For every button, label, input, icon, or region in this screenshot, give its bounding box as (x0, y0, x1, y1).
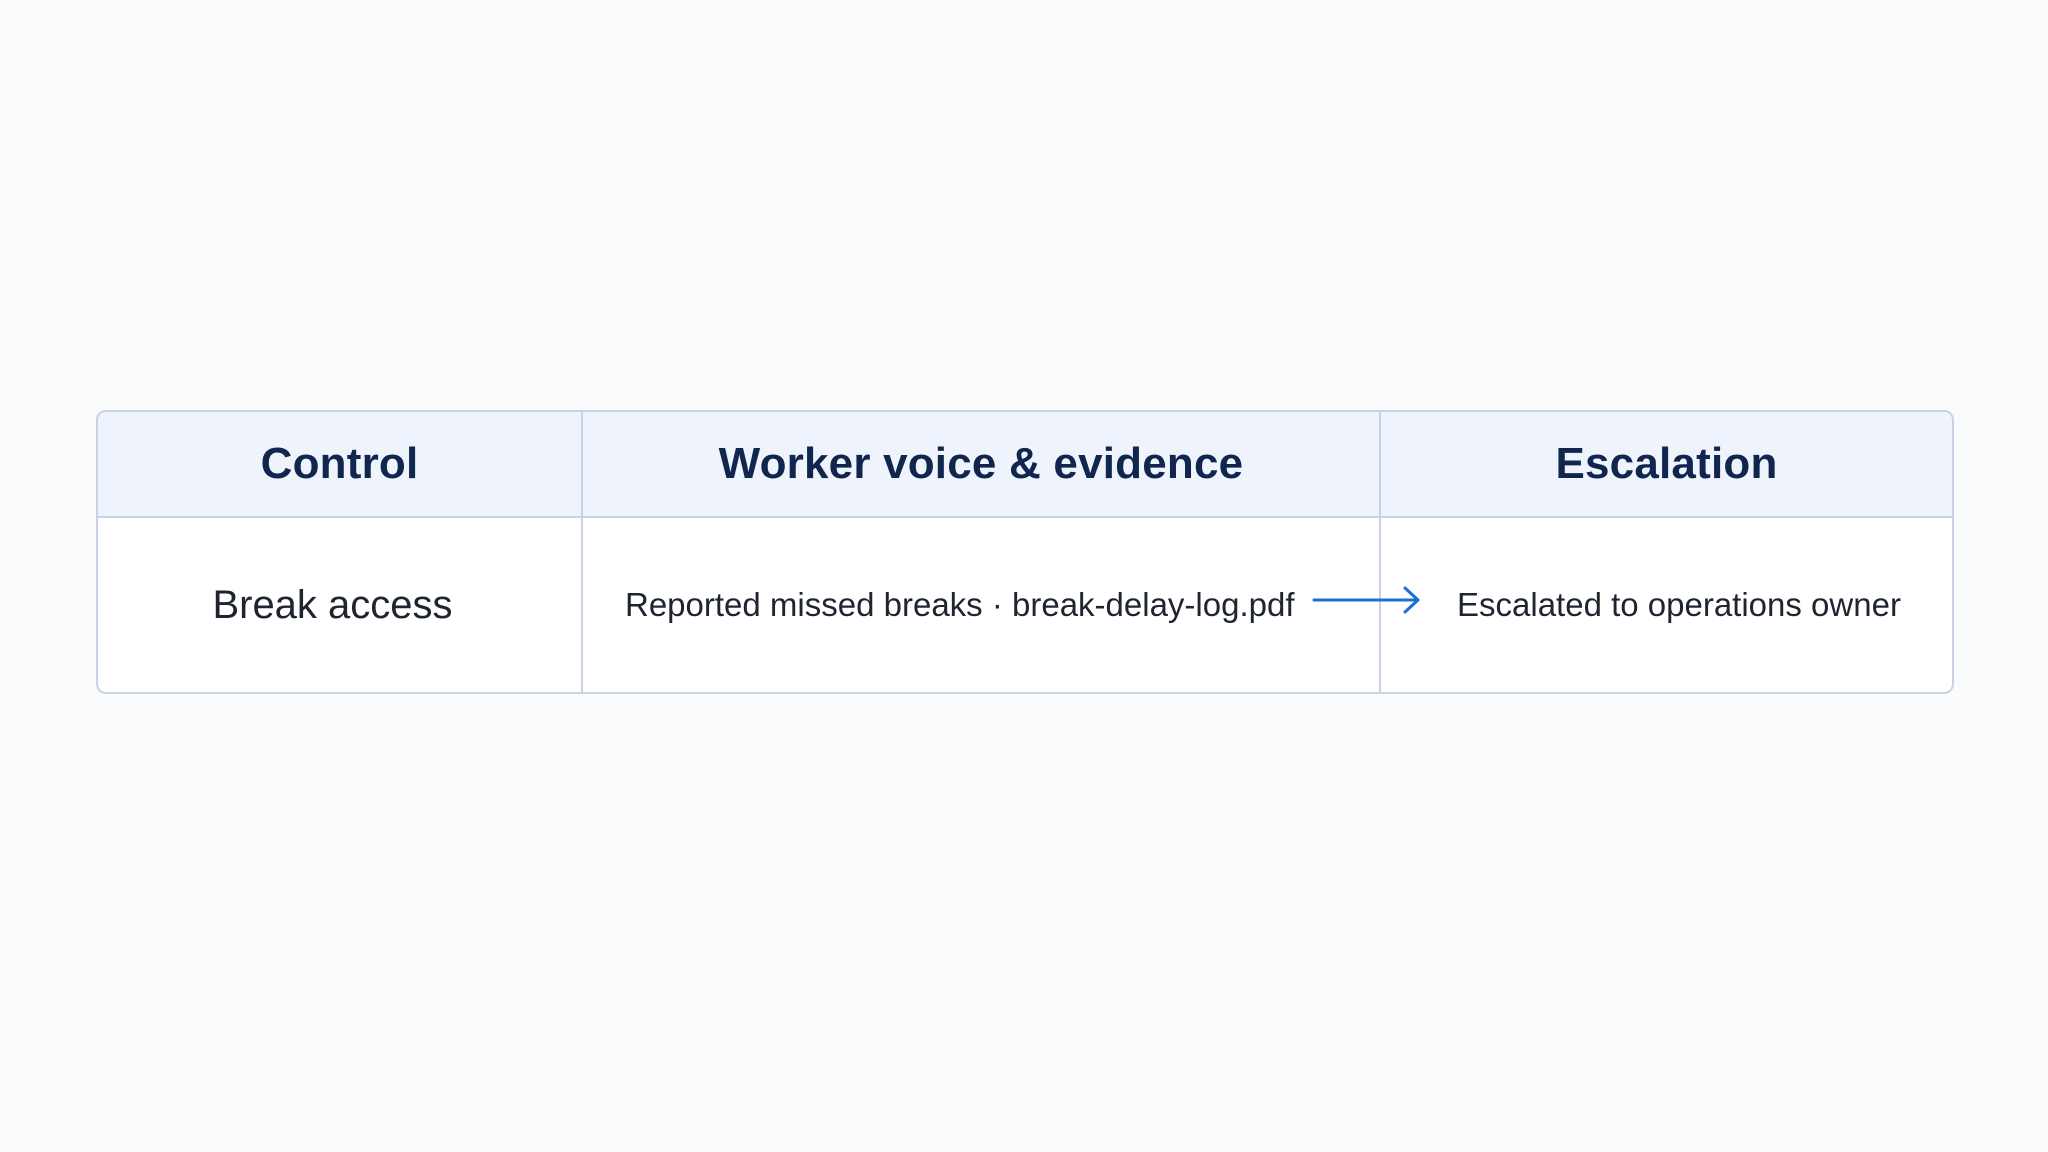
arrow-right-icon (1312, 586, 1420, 614)
control-value: Break access (212, 582, 453, 627)
table-row: Break access Reported missed breaks · br… (98, 518, 1952, 692)
evidence-value: Reported missed breaks · break-delay-log… (625, 586, 1295, 623)
escalation-table: Control Worker voice & evidence Escalati… (96, 410, 1954, 694)
cell-evidence: Reported missed breaks · break-delay-log… (583, 518, 1381, 692)
table-header-row: Control Worker voice & evidence Escalati… (98, 412, 1952, 518)
cell-control: Break access (98, 518, 583, 692)
header-control: Control (98, 412, 583, 516)
header-escalation: Escalation (1555, 439, 1778, 488)
escalation-value: Escalated to operations owner (1457, 586, 1901, 623)
header-evidence: Worker voice & evidence (583, 412, 1381, 516)
cell-escalation: Escalated to operations owner (1381, 518, 1952, 692)
